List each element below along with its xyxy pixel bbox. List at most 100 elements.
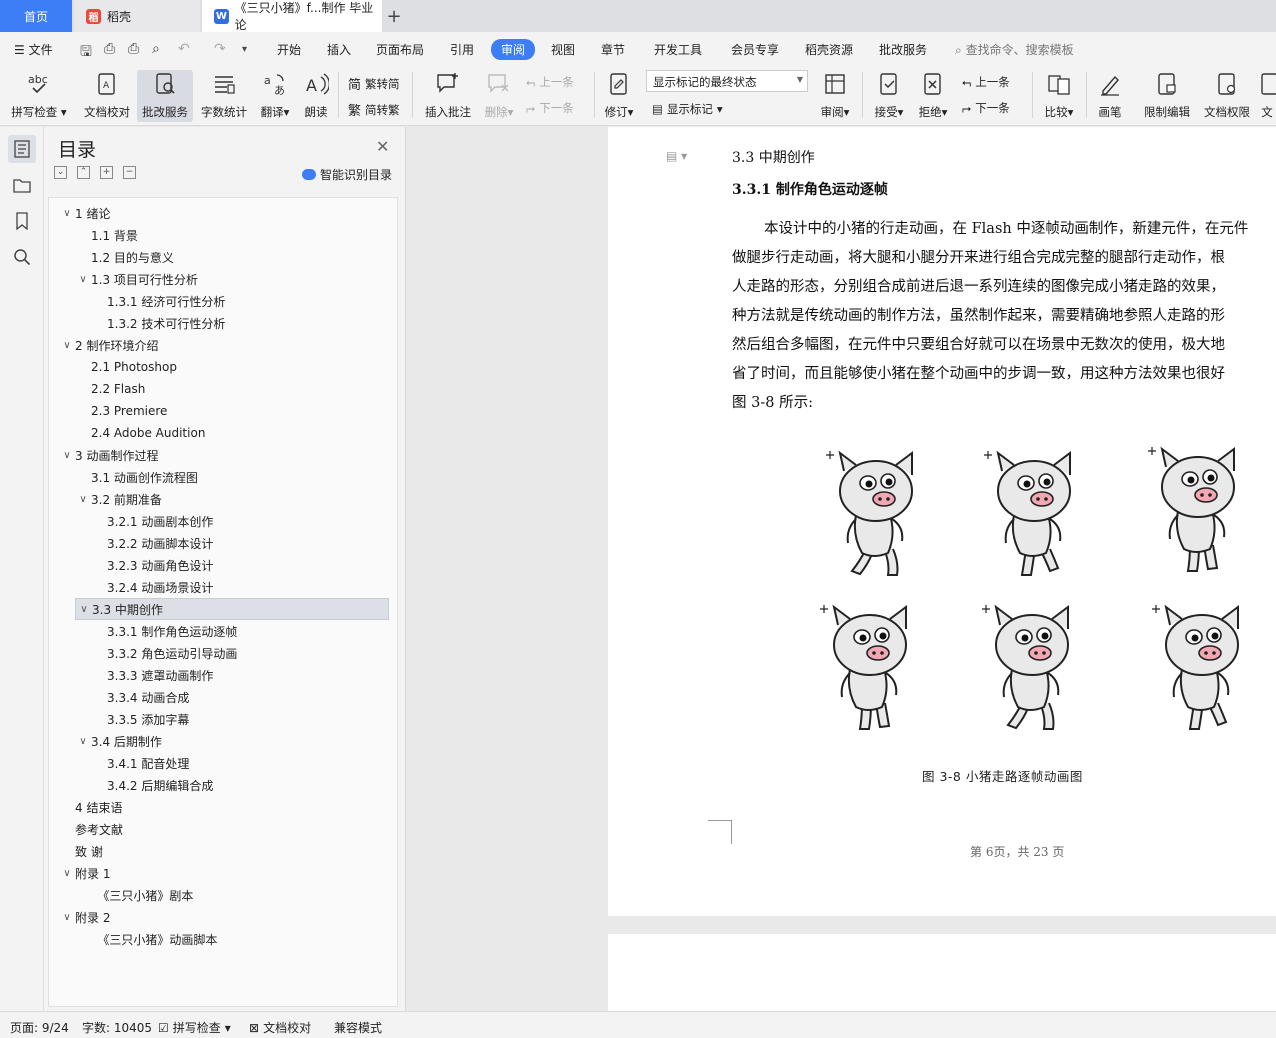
menu-layout[interactable]: 页面布局 bbox=[376, 41, 424, 58]
toc-item[interactable]: 1.3.1 经济可行性分析 bbox=[91, 290, 225, 312]
export-pdf-icon[interactable]: ⎙ bbox=[104, 41, 115, 57]
delete-comment-button[interactable]: 删除▾ bbox=[480, 70, 518, 122]
menu-correction[interactable]: 批改服务 bbox=[879, 41, 927, 58]
trad-to-simp-button[interactable]: 简繁转简 bbox=[348, 74, 400, 94]
close-icon[interactable]: ✕ bbox=[376, 137, 389, 156]
remove-heading-icon[interactable]: − bbox=[123, 166, 136, 179]
toc-nav-button[interactable] bbox=[8, 135, 36, 163]
accept-button[interactable]: 接受▾ bbox=[870, 70, 908, 122]
spell-check-status[interactable]: ☑ 拼写检查 ▾ bbox=[158, 1019, 231, 1036]
toc-item[interactable]: 4 结束语 bbox=[59, 796, 122, 818]
document-badge-icon[interactable]: ▤ ▾ bbox=[666, 149, 687, 163]
doc-permission-button[interactable]: 文档权限 bbox=[1200, 70, 1254, 122]
toc-item[interactable]: 2.3 Premiere bbox=[75, 400, 167, 422]
menu-start[interactable]: 开始 bbox=[277, 41, 301, 58]
chevron-down-icon[interactable]: ∨ bbox=[59, 450, 75, 461]
tab-document[interactable]: W 《三只小猪》f...制作 毕业论 bbox=[202, 0, 382, 32]
review-pane-button[interactable]: 审阅▾ bbox=[816, 70, 854, 122]
toc-item[interactable]: ∨ 2 制作环境介绍 bbox=[59, 334, 158, 356]
chevron-down-icon[interactable]: ∨ bbox=[76, 604, 92, 615]
spell-check-button[interactable]: abc 拼写检查 ▾ bbox=[8, 70, 70, 122]
compare-button[interactable]: 比较▾ bbox=[1040, 70, 1078, 122]
menu-daoke-resources[interactable]: 稻壳资源 bbox=[805, 41, 853, 58]
menu-member[interactable]: 会员专享 bbox=[731, 41, 779, 58]
toc-item[interactable]: 参考文献 bbox=[59, 818, 123, 840]
read-aloud-button[interactable]: A 朗读 bbox=[300, 70, 332, 122]
chevron-down-icon[interactable]: ∨ bbox=[75, 494, 91, 505]
toc-item[interactable]: 《三只小猪》动画脚本 bbox=[81, 928, 217, 950]
toc-item[interactable]: ∨ 3 动画制作过程 bbox=[59, 444, 158, 466]
chevron-down-icon[interactable]: ▾ bbox=[242, 44, 247, 55]
tab-daoke[interactable]: 稻 稻壳 bbox=[74, 0, 200, 32]
toc-item[interactable]: ∨ 1 绪论 bbox=[59, 202, 110, 224]
toc-item[interactable]: 3.3.5 添加字幕 bbox=[91, 708, 189, 730]
save-icon[interactable]: 🖫 bbox=[80, 41, 92, 65]
correction-service-button[interactable]: 批改服务 bbox=[137, 70, 193, 122]
prev-comment-button[interactable]: ⮢ 上一条 bbox=[526, 74, 574, 90]
doc-check-status[interactable]: ⊠ 文档校对 bbox=[249, 1019, 311, 1036]
toc-item[interactable]: ∨ 3.4 后期制作 bbox=[75, 730, 162, 752]
pen-button[interactable]: 画笔 bbox=[1094, 70, 1126, 122]
restrict-editing-button[interactable]: 限制编辑 bbox=[1140, 70, 1194, 122]
next-comment-button[interactable]: ⮣ 下一条 bbox=[526, 100, 574, 116]
toc-item[interactable]: 3.4.1 配音处理 bbox=[91, 752, 189, 774]
file-menu[interactable]: ☰ 文件 bbox=[14, 41, 53, 58]
print-icon[interactable]: ⎙ bbox=[128, 41, 139, 57]
bookmark-nav-button[interactable] bbox=[8, 207, 36, 235]
markup-state-select[interactable]: 显示标记的最终状态 ▼ bbox=[646, 70, 808, 92]
toc-item[interactable]: 3.3.4 动画合成 bbox=[91, 686, 189, 708]
toc-item[interactable]: 3.1 动画创作流程图 bbox=[75, 466, 198, 488]
redo-icon[interactable]: ↷ bbox=[214, 41, 226, 57]
new-tab-button[interactable]: + bbox=[384, 0, 404, 32]
chevron-down-icon[interactable]: ∨ bbox=[59, 340, 75, 351]
undo-icon[interactable]: ↶ bbox=[178, 41, 190, 57]
expand-all-icon[interactable]: ⌃ bbox=[77, 166, 90, 179]
toc-item[interactable]: 1.3.2 技术可行性分析 bbox=[91, 312, 225, 334]
toc-item[interactable]: 《三只小猪》剧本 bbox=[81, 884, 193, 906]
prev-change-button[interactable]: ⮢ 上一条 bbox=[962, 74, 1010, 90]
menu-review[interactable]: 审阅 bbox=[491, 39, 536, 60]
toc-item[interactable]: ∨ 3.2 前期准备 bbox=[75, 488, 162, 510]
toc-item[interactable]: 3.3.1 制作角色运动逐帧 bbox=[91, 620, 237, 642]
menu-insert[interactable]: 插入 bbox=[327, 41, 351, 58]
menu-chapter[interactable]: 章节 bbox=[601, 41, 625, 58]
toc-item[interactable]: 1.1 背景 bbox=[75, 224, 138, 246]
chevron-down-icon[interactable]: ∨ bbox=[75, 736, 91, 747]
menu-reference[interactable]: 引用 bbox=[450, 41, 474, 58]
find-nav-button[interactable] bbox=[8, 243, 36, 271]
chevron-down-icon[interactable]: ∨ bbox=[59, 868, 75, 879]
toc-item[interactable]: 3.3.3 遮罩动画制作 bbox=[91, 664, 213, 686]
chevron-down-icon[interactable]: ∨ bbox=[59, 208, 75, 219]
translate-button[interactable]: aあ 翻译▾ bbox=[256, 70, 294, 122]
tab-home[interactable]: 首页 bbox=[0, 0, 72, 32]
menu-view[interactable]: 视图 bbox=[551, 41, 575, 58]
toc-item[interactable]: 3.4.2 后期编辑合成 bbox=[91, 774, 213, 796]
smart-toc-button[interactable]: 智能识别目录 bbox=[302, 166, 392, 183]
toc-item[interactable]: 3.2.2 动画脚本设计 bbox=[91, 532, 213, 554]
insert-comment-button[interactable]: 插入批注 bbox=[420, 70, 476, 122]
reject-button[interactable]: 拒绝▾ bbox=[914, 70, 952, 122]
menu-devtools[interactable]: 开发工具 bbox=[654, 41, 702, 58]
track-changes-button[interactable]: 修订▾ bbox=[600, 70, 638, 122]
chapter-nav-button[interactable] bbox=[8, 171, 36, 199]
collapse-all-icon[interactable]: ⌄ bbox=[54, 166, 67, 179]
toc-item[interactable]: ∨ 附录 1 bbox=[59, 862, 110, 884]
add-heading-icon[interactable]: + bbox=[100, 166, 113, 179]
simp-to-trad-button[interactable]: 繁简转繁 bbox=[348, 100, 400, 120]
print-preview-icon[interactable]: ⌕ bbox=[152, 41, 160, 57]
toc-item[interactable]: 2.1 Photoshop bbox=[75, 356, 177, 378]
chevron-down-icon[interactable]: ∨ bbox=[59, 912, 75, 923]
next-change-button[interactable]: ⮣ 下一条 bbox=[962, 100, 1010, 116]
toc-item[interactable]: 致 谢 bbox=[59, 840, 103, 862]
chevron-down-icon[interactable]: ∨ bbox=[75, 274, 91, 285]
toc-item[interactable]: ∨ 附录 2 bbox=[59, 906, 110, 928]
toc-item[interactable]: 3.2.3 动画角色设计 bbox=[91, 554, 213, 576]
toc-item[interactable]: 3.2.1 动画剧本创作 bbox=[91, 510, 213, 532]
word-count-indicator[interactable]: 字数: 10405 bbox=[82, 1019, 152, 1036]
word-count-button[interactable]: 字数统计 bbox=[198, 70, 250, 122]
toc-item[interactable]: 2.4 Adobe Audition bbox=[75, 422, 205, 444]
page-indicator[interactable]: 页面: 9/24 bbox=[10, 1019, 69, 1036]
toc-item[interactable]: 3.3.2 角色运动引导动画 bbox=[91, 642, 237, 664]
toc-item[interactable]: ∨ 1.3 项目可行性分析 bbox=[75, 268, 198, 290]
toc-item[interactable]: 2.2 Flash bbox=[75, 378, 145, 400]
